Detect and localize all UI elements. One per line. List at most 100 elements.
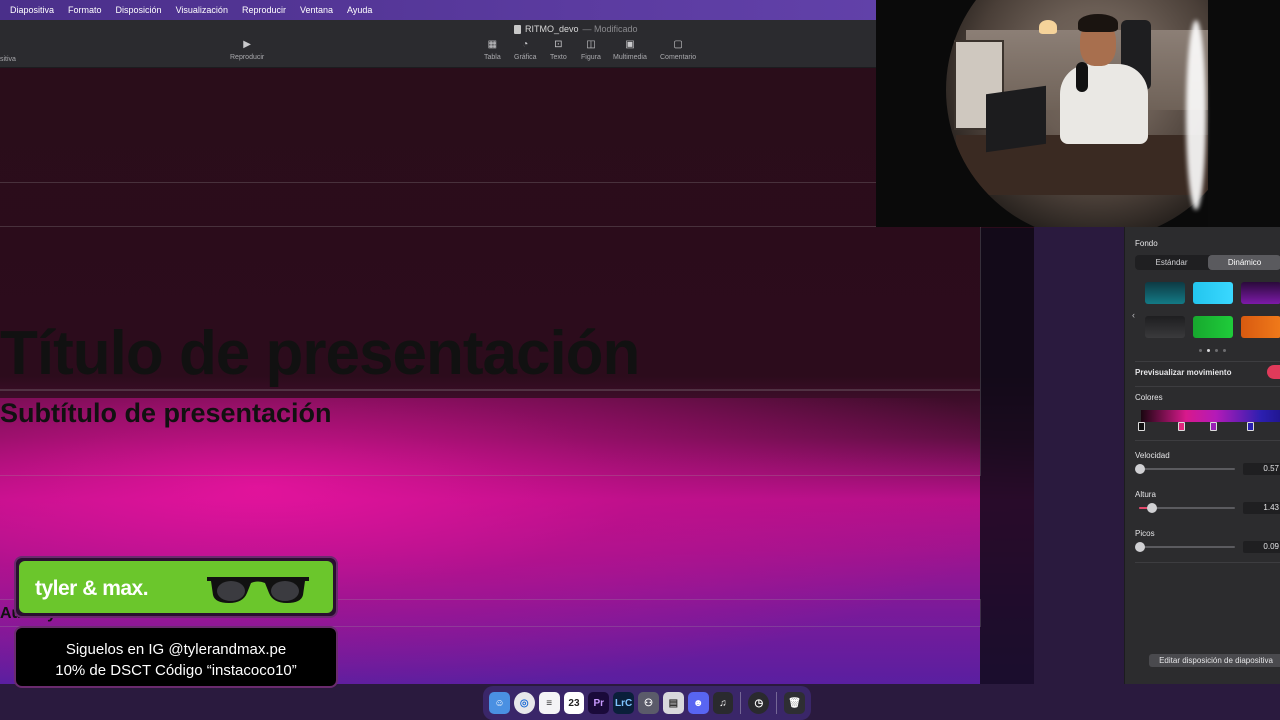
velocidad-slider[interactable] bbox=[1135, 464, 1235, 474]
menu-ayuda[interactable]: Ayuda bbox=[347, 5, 372, 15]
background-swatch-teal[interactable] bbox=[1145, 282, 1185, 304]
notes-icon[interactable]: ≡ bbox=[538, 692, 560, 714]
background-type-segmented: Estándar Dinámico bbox=[1135, 255, 1280, 270]
music-icon[interactable]: ♫ bbox=[712, 692, 734, 714]
table-label: Tabla bbox=[484, 54, 501, 61]
menu-reproducir[interactable]: Reproducir bbox=[242, 5, 286, 15]
divider bbox=[1135, 386, 1280, 387]
preview-motion-toggle[interactable] bbox=[1267, 365, 1280, 379]
microphone bbox=[1076, 62, 1088, 92]
lamp bbox=[1039, 20, 1057, 34]
lens-edge bbox=[1208, 0, 1280, 227]
chart-button[interactable]: ◔ Gráfica bbox=[514, 39, 537, 62]
media-icon: ▣ bbox=[625, 39, 635, 50]
promo-discount-code: 10% de DSCT Código “instacoco10” bbox=[55, 662, 297, 679]
sponsor-banner: tyler & max. bbox=[14, 556, 338, 618]
trash-icon[interactable]: 🗑 bbox=[784, 692, 806, 714]
document-status: — Modificado bbox=[582, 24, 638, 34]
dock: ☺ ◎ ≡ 23 Pr LrC ⚇ ▤ ☻ ♫ ◷ 🗑 bbox=[483, 686, 811, 720]
media-button[interactable]: ▣ Multimedia bbox=[613, 39, 647, 62]
play-button[interactable]: ▶ Reproducir bbox=[230, 39, 265, 62]
page-dot[interactable] bbox=[1215, 349, 1218, 352]
comment-icon: ▢ bbox=[673, 39, 683, 50]
segment-standard[interactable]: Estándar bbox=[1135, 255, 1208, 270]
color-stop[interactable] bbox=[1247, 422, 1254, 431]
slider-knob[interactable] bbox=[1135, 464, 1145, 474]
menu-ventana[interactable]: Ventana bbox=[300, 5, 333, 15]
altura-value[interactable]: 1.43 bbox=[1243, 502, 1280, 514]
premiere-icon[interactable]: Pr bbox=[588, 692, 610, 714]
document-icon bbox=[514, 24, 521, 34]
picos-label: Picos bbox=[1135, 529, 1155, 538]
chevron-left-icon[interactable]: ‹ bbox=[1132, 310, 1135, 320]
text-button[interactable]: ⊡ Texto bbox=[550, 40, 567, 62]
calendar-icon[interactable]: 23 bbox=[563, 692, 585, 714]
color-gradient-bar[interactable] bbox=[1141, 410, 1280, 422]
color-stop[interactable] bbox=[1138, 422, 1145, 431]
menu-visualizacion[interactable]: Visualización bbox=[176, 5, 228, 15]
document-name: RITMO_devo bbox=[525, 24, 579, 34]
promo-instagram: Siguelos en IG @tylerandmax.pe bbox=[65, 641, 287, 658]
sponsor-banner-inner: tyler & max. bbox=[19, 561, 333, 613]
background-swatch-cyan[interactable] bbox=[1193, 282, 1233, 304]
picos-value[interactable]: 0.09 bbox=[1243, 541, 1280, 553]
mixer-icon[interactable]: ⚇ bbox=[638, 692, 659, 714]
screen: Diapositiva Formato Disposición Visualiz… bbox=[0, 0, 1280, 720]
slide-subtitle[interactable]: Subtítulo de presentación bbox=[0, 398, 332, 429]
play-icon: ▶ bbox=[243, 39, 251, 50]
person-hair bbox=[1078, 14, 1118, 32]
divider bbox=[1135, 562, 1280, 563]
shape-label: Figura bbox=[581, 54, 601, 61]
color-stop[interactable] bbox=[1178, 422, 1185, 431]
background-swatch-purple[interactable] bbox=[1241, 282, 1280, 304]
background-label: Fondo bbox=[1135, 239, 1158, 248]
slide-title[interactable]: Título de presentación bbox=[0, 318, 640, 389]
menu-diapositiva[interactable]: Diapositiva bbox=[10, 5, 54, 15]
picos-slider[interactable] bbox=[1135, 542, 1235, 552]
menu-formato[interactable]: Formato bbox=[68, 5, 102, 15]
format-inspector: Fondo Estándar Dinámico ‹ Previsualizar … bbox=[1124, 226, 1280, 684]
altura-label: Altura bbox=[1135, 490, 1156, 499]
altura-slider[interactable] bbox=[1139, 503, 1235, 513]
comment-button[interactable]: ▢ Comentario bbox=[660, 39, 697, 62]
page-dot[interactable] bbox=[1199, 349, 1202, 352]
color-stop[interactable] bbox=[1210, 422, 1217, 431]
monitor bbox=[986, 85, 1046, 153]
page-dot[interactable] bbox=[1223, 349, 1226, 352]
preview-motion-label: Previsualizar movimiento bbox=[1135, 368, 1232, 377]
media-label: Multimedia bbox=[613, 54, 647, 61]
finder-icon[interactable]: ☺ bbox=[489, 692, 510, 714]
slider-knob[interactable] bbox=[1147, 503, 1157, 513]
swatch-page-dots[interactable] bbox=[1199, 349, 1226, 352]
safari-icon[interactable]: ◎ bbox=[513, 692, 535, 714]
promo-message: Siguelos en IG @tylerandmax.pe 10% de DS… bbox=[14, 626, 338, 688]
dock-separator bbox=[740, 692, 742, 714]
divider bbox=[1135, 361, 1280, 362]
sunglasses-icon bbox=[207, 577, 309, 603]
background-swatch-orange[interactable] bbox=[1241, 316, 1280, 338]
brand-logo: tyler & max. bbox=[35, 577, 149, 600]
menu-disposicion[interactable]: Disposición bbox=[116, 5, 162, 15]
lightroom-icon[interactable]: LrC bbox=[613, 692, 635, 714]
slider-knob[interactable] bbox=[1135, 542, 1145, 552]
segment-dynamic[interactable]: Dinámico bbox=[1208, 255, 1280, 270]
table-button[interactable]: ▦ Tabla bbox=[484, 40, 501, 62]
divider bbox=[1135, 440, 1280, 441]
comment-label: Comentario bbox=[660, 54, 697, 61]
storage-icon[interactable]: ▤ bbox=[662, 692, 684, 714]
chart-icon: ◔ bbox=[522, 39, 529, 50]
webcam-overlay bbox=[876, 0, 1280, 227]
background-swatch-green[interactable] bbox=[1193, 316, 1233, 338]
page-dot-active[interactable] bbox=[1207, 349, 1210, 352]
time-machine-icon[interactable]: ◷ bbox=[748, 692, 770, 714]
velocidad-value[interactable]: 0.57 bbox=[1243, 463, 1280, 475]
shape-button[interactable]: ◫ Figura bbox=[581, 40, 601, 62]
lens-highlight bbox=[1186, 20, 1206, 210]
canvas-margin bbox=[980, 228, 1034, 684]
background-swatch-gray[interactable] bbox=[1145, 316, 1185, 338]
edit-slide-layout-button[interactable]: Editar disposición de diapositiva bbox=[1149, 654, 1280, 667]
dock-separator bbox=[776, 692, 778, 714]
play-label: Reproducir bbox=[230, 54, 265, 61]
toolbar-left-label[interactable]: sitiva bbox=[0, 56, 16, 63]
discord-icon[interactable]: ☻ bbox=[687, 692, 709, 714]
